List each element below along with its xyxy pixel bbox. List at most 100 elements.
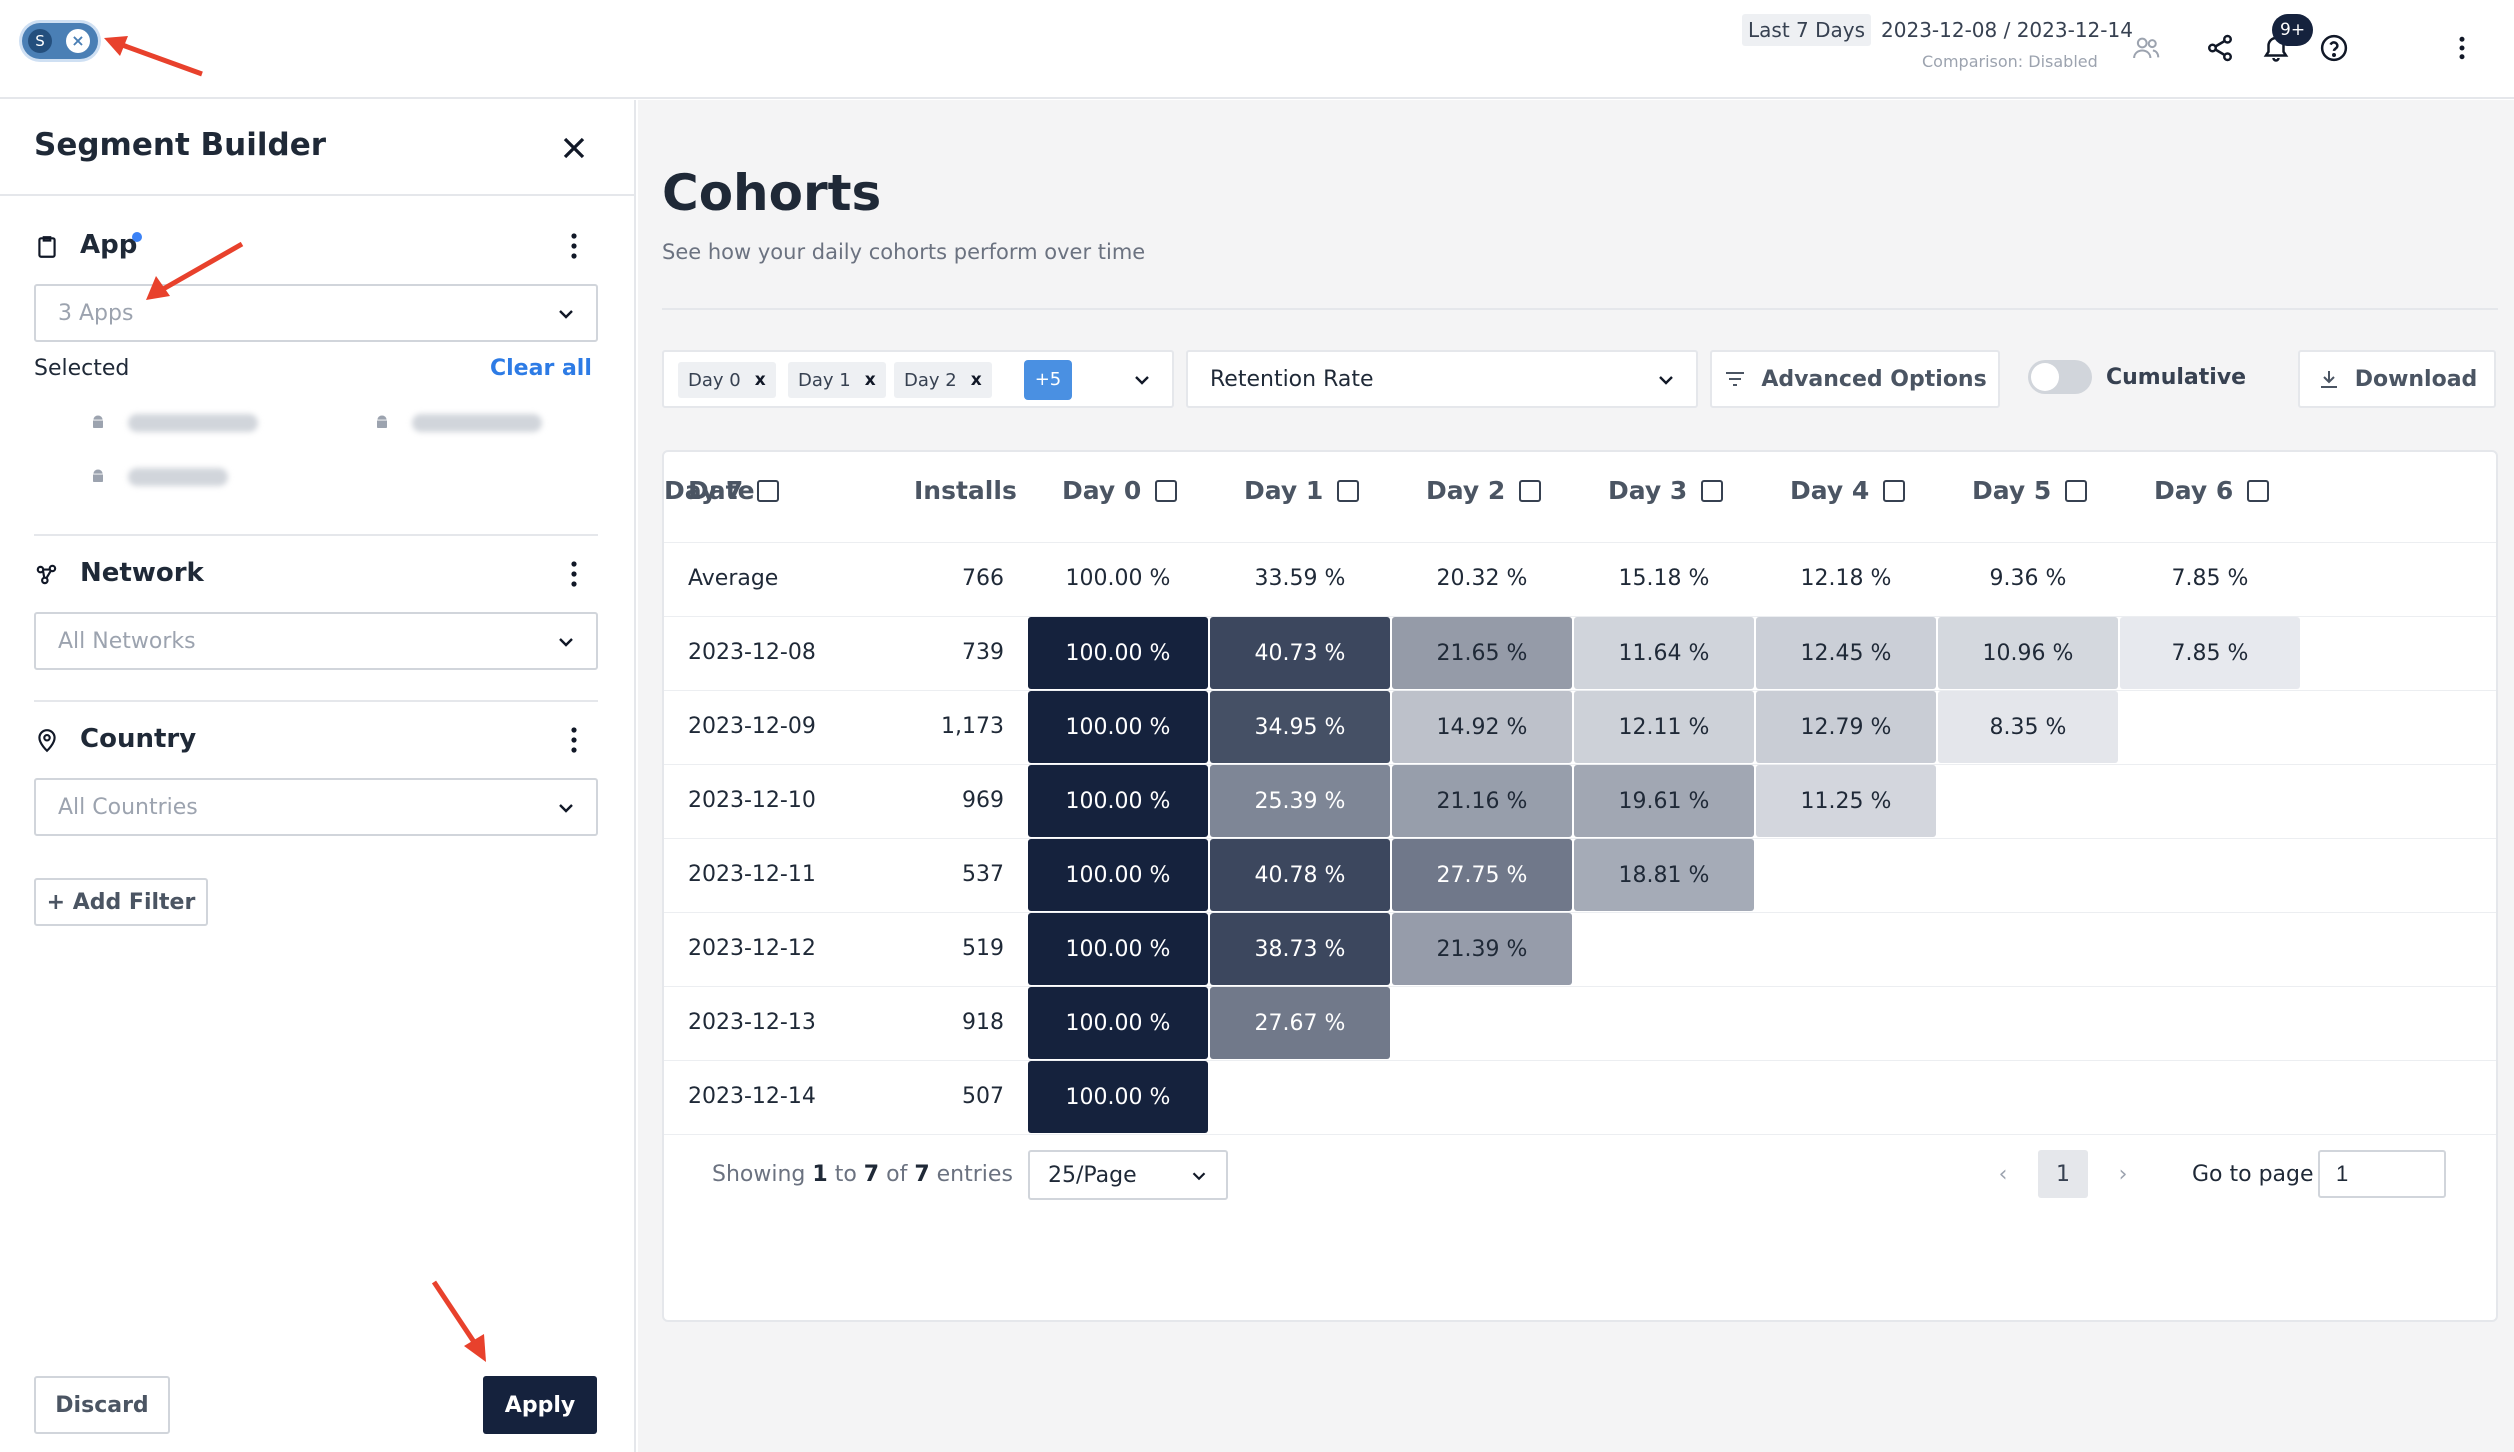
date-range-picker[interactable]: Last 7 Days 2023-12-08 / 2023-12-14 <box>1742 10 2133 50</box>
average-cell: 20.32 % <box>1436 566 1528 591</box>
column-header[interactable]: Day 5 <box>1972 476 2088 505</box>
per-page-select[interactable]: 25/Page <box>1028 1150 1228 1200</box>
column-checkbox[interactable] <box>1701 479 1724 502</box>
advanced-options-button[interactable]: Advanced Options <box>1710 350 2000 408</box>
metric-select-value: Retention Rate <box>1210 367 1374 392</box>
row-date: 2023-12-10 <box>688 788 816 813</box>
app-select[interactable]: 3 Apps <box>34 284 598 342</box>
remove-chip-icon[interactable]: x <box>971 370 982 390</box>
help-icon[interactable] <box>2316 30 2352 66</box>
retention-cell: 11.25 % <box>1756 765 1936 837</box>
next-page-button[interactable]: › <box>2098 1150 2148 1198</box>
column-header[interactable]: Day 7 <box>664 476 780 505</box>
row-divider <box>664 1134 2496 1135</box>
column-header[interactable]: Day 0 <box>1062 476 1178 505</box>
row-date: 2023-12-09 <box>688 714 816 739</box>
clear-all-link[interactable]: Clear all <box>490 356 592 381</box>
segment-letter: S <box>28 29 52 53</box>
row-date: 2023-12-11 <box>688 862 816 887</box>
row-installs: 507 <box>962 1084 1004 1109</box>
retention-cell: 21.16 % <box>1392 765 1572 837</box>
entries-to: 7 <box>863 1162 880 1187</box>
discard-button[interactable]: Discard <box>34 1376 170 1434</box>
network-select[interactable]: All Networks <box>34 612 598 670</box>
segment-close-icon[interactable]: × <box>66 29 90 53</box>
selected-app-item[interactable] <box>372 412 542 434</box>
row-date: 2023-12-12 <box>688 936 816 961</box>
entries-from: 1 <box>812 1162 828 1187</box>
chevron-down-icon <box>559 638 573 647</box>
average-cell: 7.85 % <box>2171 566 2249 591</box>
comparison-status: Comparison: Disabled <box>1922 52 2098 71</box>
chevron-down-icon <box>559 310 573 319</box>
advanced-options-label: Advanced Options <box>1761 366 1987 392</box>
location-pin-icon <box>34 728 60 754</box>
goto-page-input[interactable] <box>2318 1150 2446 1198</box>
row-installs: 918 <box>962 1010 1004 1035</box>
metric-select[interactable]: Retention Rate <box>1186 350 1698 408</box>
selected-app-item[interactable] <box>88 466 228 488</box>
cumulative-toggle[interactable] <box>2028 360 2092 394</box>
apply-button[interactable]: Apply <box>483 1376 597 1434</box>
page-1-button[interactable]: 1 <box>2038 1150 2088 1198</box>
more-chips-badge[interactable]: +5 <box>1024 360 1072 400</box>
column-header[interactable]: Day 1 <box>1244 476 1360 505</box>
retention-cell: 40.78 % <box>1210 839 1390 911</box>
column-header[interactable]: Day 6 <box>2154 476 2270 505</box>
retention-cell: 25.39 % <box>1210 765 1390 837</box>
users-icon[interactable] <box>2128 30 2164 66</box>
retention-cell: 100.00 % <box>1028 913 1208 985</box>
retention-cell: 100.00 % <box>1028 987 1208 1059</box>
more-menu-icon[interactable] <box>2444 30 2480 66</box>
row-divider <box>664 542 2496 543</box>
app-options-icon[interactable] <box>562 228 586 264</box>
days-multiselect[interactable]: Day 0 x Day 1 x Day 2 x +5 <box>662 350 1174 408</box>
retention-cell: 19.61 % <box>1574 765 1754 837</box>
remove-chip-icon[interactable]: x <box>755 370 766 390</box>
average-label: Average <box>688 566 779 591</box>
chevron-down-icon <box>559 804 573 813</box>
selected-app-item[interactable] <box>88 412 258 434</box>
app-active-dot <box>132 232 142 242</box>
share-icon[interactable] <box>2202 30 2238 66</box>
country-select[interactable]: All Countries <box>34 778 598 836</box>
column-checkbox[interactable] <box>1883 479 1906 502</box>
cumulative-toggle-group[interactable]: Cumulative <box>2028 360 2246 394</box>
retention-cell: 12.11 % <box>1574 691 1754 763</box>
download-button[interactable]: Download <box>2298 350 2496 408</box>
network-section-title: Network <box>80 558 204 588</box>
segment-toggle[interactable]: S × <box>22 23 98 59</box>
network-select-value: All Networks <box>58 629 196 654</box>
country-select-value: All Countries <box>58 795 198 820</box>
entries-summary: Showing 1 to 7 of 7 entries <box>712 1162 1013 1187</box>
column-header[interactable]: Day 2 <box>1426 476 1542 505</box>
column-checkbox[interactable] <box>2247 479 2270 502</box>
add-filter-button[interactable]: + Add Filter <box>34 878 208 926</box>
column-header-label: Day 5 <box>1972 476 2052 505</box>
day-chip-label: Day 0 <box>688 369 741 391</box>
column-header[interactable]: Day 4 <box>1790 476 1906 505</box>
average-cell: 15.18 % <box>1618 566 1710 591</box>
country-options-icon[interactable] <box>562 722 586 758</box>
network-options-icon[interactable] <box>562 556 586 592</box>
close-icon[interactable] <box>556 130 592 166</box>
download-label: Download <box>2354 366 2478 392</box>
country-section-title: Country <box>80 724 197 754</box>
prev-page-button[interactable]: ‹ <box>1978 1150 2028 1198</box>
remove-chip-icon[interactable]: x <box>865 370 876 390</box>
row-date: 2023-12-08 <box>688 640 816 665</box>
column-header[interactable]: Day 3 <box>1608 476 1724 505</box>
column-checkbox[interactable] <box>2065 479 2088 502</box>
day-chip-label: Day 2 <box>904 369 957 391</box>
per-page-value: 25/Page <box>1048 1163 1137 1188</box>
date-preset: Last 7 Days <box>1742 14 1872 46</box>
average-cell: 9.36 % <box>1989 566 2067 591</box>
goto-page-label: Go to page <box>2192 1162 2314 1187</box>
column-checkbox[interactable] <box>757 479 780 502</box>
column-checkbox[interactable] <box>1155 479 1178 502</box>
section-divider <box>34 534 598 536</box>
column-checkbox[interactable] <box>1337 479 1360 502</box>
row-installs: 519 <box>962 936 1004 961</box>
retention-cell: 21.65 % <box>1392 617 1572 689</box>
column-checkbox[interactable] <box>1519 479 1542 502</box>
